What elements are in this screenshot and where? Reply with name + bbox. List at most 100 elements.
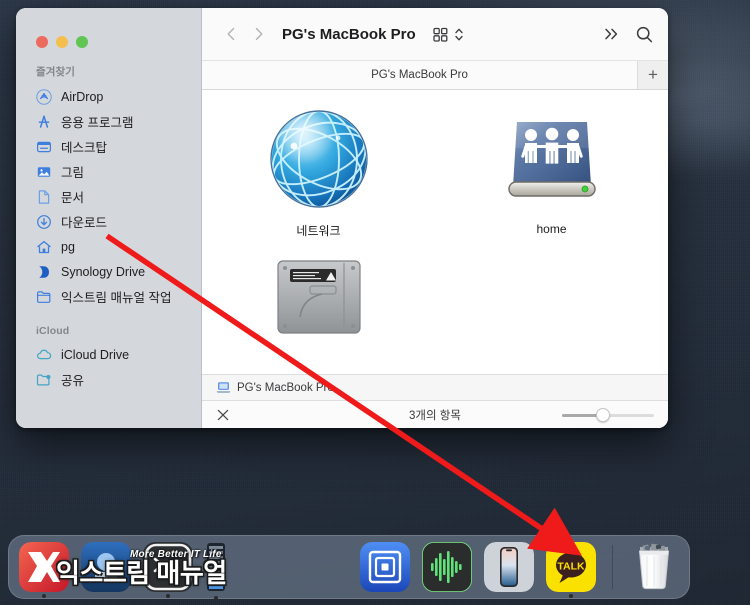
sidebar-item-label: 응용 프로그램 [61, 116, 134, 130]
dock-running-indicator [166, 594, 170, 598]
file-grid[interactable]: 네트워크 home [202, 90, 668, 374]
file-item-label: home [536, 222, 567, 236]
forward-button[interactable] [246, 21, 272, 47]
dock-item-extreme-manual[interactable] [17, 540, 71, 598]
sidebar-section-header-icloud: iCloud [36, 325, 70, 337]
dock-item-blue-app[interactable] [79, 540, 133, 594]
close-x-icon [217, 409, 229, 420]
dock-running-indicator [214, 596, 218, 600]
sidebar-item-label: Synology Drive [61, 264, 146, 279]
sidebar-item-icloud-drive[interactable]: iCloud Drive [16, 342, 201, 367]
dock-separator [612, 545, 613, 589]
file-grid-row [202, 239, 668, 335]
dock-running-indicator [569, 594, 573, 598]
file-grid-empty-cell [435, 255, 668, 335]
striped-app-icon [207, 543, 225, 591]
laptop-icon [216, 382, 231, 393]
tab-bar: PG's MacBook Pro + [202, 60, 668, 90]
toolbar: PG's MacBook Pro [202, 8, 668, 60]
dock-item-striped-app[interactable] [203, 540, 229, 600]
synology-drive-icon [39, 265, 49, 278]
back-button[interactable] [218, 21, 244, 47]
sidebar-item-label: 그림 [61, 166, 85, 180]
sidebar-item-pictures[interactable]: 그림 [16, 159, 201, 184]
path-bar-label: PG's MacBook Pro [237, 381, 334, 394]
path-bar[interactable]: PG's MacBook Pro [202, 374, 668, 400]
home-icon [37, 240, 51, 253]
pictures-icon [37, 166, 51, 177]
dock[interactable]: TALK [8, 535, 690, 600]
file-item-home[interactable]: home [435, 104, 668, 239]
blue-app-icon [81, 542, 131, 592]
sidebar-item-label: pg [61, 239, 75, 254]
iphone-icon [484, 542, 534, 592]
main-pane: PG's MacBook Pro PG's MacBook Pro + 네트워크… [202, 8, 668, 428]
folder-icon [37, 290, 51, 303]
icloud-drive-icon [37, 349, 52, 359]
screen-frames-icon [360, 542, 410, 592]
dock-item-kakaotalk[interactable]: TALK [544, 540, 598, 598]
sidebar-item-label: 공유 [61, 374, 85, 388]
downloads-icon [37, 214, 51, 229]
airdrop-icon [36, 88, 52, 105]
new-tab-label: + [648, 65, 658, 84]
hardware-drive-icon [276, 260, 361, 334]
sidebar-item-label: 데스크탑 [61, 141, 108, 155]
sidebar-item-synology-drive[interactable]: Synology Drive [16, 259, 201, 284]
close-button[interactable] [36, 36, 48, 48]
dock-item-iphone-mirroring[interactable] [482, 540, 536, 594]
sidebar-item-shared[interactable]: 공유 [16, 367, 201, 392]
dock-item-audio-app[interactable] [420, 540, 474, 594]
sidebar-item-label: 문서 [61, 191, 85, 205]
sidebar-item-desktop[interactable]: 데스크탑 [16, 134, 201, 159]
dock-item-trash[interactable] [627, 540, 681, 594]
chevrons-right-icon[interactable] [603, 26, 621, 42]
sidebar-item-home[interactable]: pg [16, 234, 201, 259]
window-title: PG's MacBook Pro [282, 25, 416, 43]
file-item-network[interactable]: 네트워크 [202, 104, 435, 239]
sidebar[interactable]: 즐겨찾기 AirDrop 응용 프로그램 데스크탑 그림 문서 다운로드 pg … [16, 8, 202, 428]
zoom-button[interactable] [76, 36, 88, 48]
file-item-hardware-drive[interactable] [202, 255, 435, 335]
shared-drive-icon [507, 122, 596, 197]
sidebar-item-label: 다운로드 [61, 216, 108, 230]
toolbar-right-group [603, 25, 654, 44]
file-grid-row: 네트워크 home [202, 90, 668, 239]
file-item-label: 네트워크 [296, 224, 341, 238]
sidebar-item-airdrop[interactable]: AirDrop [16, 84, 201, 109]
slider-knob[interactable] [596, 407, 611, 422]
close-path-button[interactable] [216, 408, 238, 422]
tab-label: PG's MacBook Pro [371, 69, 468, 81]
ex-logo-icon [19, 542, 69, 592]
sidebar-item-downloads[interactable]: 다운로드 [16, 209, 201, 234]
applications-icon [38, 115, 50, 128]
chevron-right-icon [255, 27, 263, 41]
sidebar-item-applications[interactable]: 응용 프로그램 [16, 109, 201, 134]
new-tab-button[interactable]: + [638, 61, 668, 89]
network-globe-icon [269, 110, 368, 208]
minimize-button[interactable] [56, 36, 68, 48]
icon-size-slider[interactable] [562, 407, 654, 422]
dock-item-terminal[interactable] [141, 540, 195, 598]
chevron-updown-icon [454, 28, 463, 40]
search-icon[interactable] [635, 25, 654, 44]
dock-item-screen-app[interactable] [358, 540, 412, 594]
view-options[interactable] [432, 26, 464, 43]
window-traffic-lights[interactable] [36, 36, 88, 48]
sidebar-item-documents[interactable]: 문서 [16, 184, 201, 209]
sidebar-item-label: AirDrop [61, 89, 104, 104]
sidebar-section-header-favorites: 즐겨찾기 [36, 66, 76, 78]
dock-running-indicator [42, 594, 46, 598]
tab-pgs-macbook-pro[interactable]: PG's MacBook Pro [202, 61, 638, 89]
desktop-icon [37, 141, 52, 152]
sidebar-item-label: 익스트림 매뉴얼 작업 [61, 291, 172, 305]
sidebar-item-label: iCloud Drive [61, 347, 130, 362]
documents-icon [38, 189, 50, 204]
audio-waveform-icon [422, 542, 472, 592]
finder-window[interactable]: 즐겨찾기 AirDrop 응용 프로그램 데스크탑 그림 문서 다운로드 pg … [16, 8, 668, 428]
grid-view-icon [432, 27, 448, 42]
kakaotalk-icon: TALK [546, 542, 596, 592]
trash-full-icon [638, 543, 670, 590]
sidebar-item-extreme-manual-folder[interactable]: 익스트림 매뉴얼 작업 [16, 284, 201, 309]
